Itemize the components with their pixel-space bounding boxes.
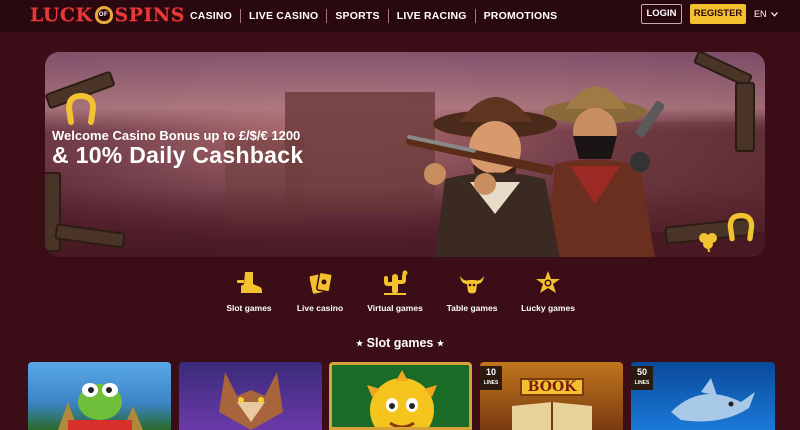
login-button[interactable]: LOGIN bbox=[641, 4, 682, 24]
star-icon: ★ bbox=[356, 339, 364, 349]
wood-plank bbox=[45, 172, 61, 252]
game-tile[interactable]: 50 LINES bbox=[631, 362, 775, 430]
star-icon: ★ bbox=[436, 339, 444, 349]
game-tile[interactable] bbox=[179, 362, 322, 430]
cactus-icon bbox=[384, 270, 408, 295]
logo-text-luck: LUCK bbox=[30, 4, 93, 26]
language-label: EN bbox=[754, 9, 767, 19]
section-title-slot-games: ★ Slot games ★ bbox=[0, 336, 800, 350]
nav-sports[interactable]: SPORTS bbox=[327, 9, 389, 23]
chevron-down-icon bbox=[770, 11, 778, 17]
clover-icon bbox=[699, 233, 717, 252]
frog-game-art bbox=[58, 383, 143, 430]
site-header: LUCK OF SPINS CASINO LIVE CASINO SPORTS … bbox=[0, 0, 800, 32]
book-game-art bbox=[512, 402, 592, 430]
category-lucky-games[interactable]: Lucky games bbox=[520, 270, 576, 320]
nav-live-casino[interactable]: LIVE CASINO bbox=[241, 9, 328, 23]
category-label: Table games bbox=[446, 303, 498, 313]
lines-badge: 10 LINES bbox=[480, 366, 502, 390]
book-game-title: BOOK bbox=[520, 378, 584, 396]
section-title-text: Slot games bbox=[366, 336, 434, 350]
horseshoe-logo-icon: OF bbox=[94, 6, 113, 24]
horseshoe-icon bbox=[65, 92, 97, 125]
game-tile[interactable] bbox=[28, 362, 171, 430]
bull-skull-icon bbox=[460, 276, 484, 294]
game-tile[interactable] bbox=[329, 362, 472, 430]
lines-badge: 50 LINES bbox=[631, 366, 653, 390]
main-nav: CASINO LIVE CASINO SPORTS LIVE RACING PR… bbox=[182, 0, 565, 32]
game-tile[interactable]: 10 LINES BOOK bbox=[480, 362, 623, 430]
nav-casino[interactable]: CASINO bbox=[182, 9, 242, 23]
nav-promotions[interactable]: PROMOTIONS bbox=[476, 9, 566, 23]
banner-title: & 10% Daily Cashback bbox=[52, 142, 304, 168]
category-slot-games[interactable]: Slot games bbox=[218, 270, 280, 320]
category-label: Live casino bbox=[296, 303, 344, 313]
site-logo[interactable]: LUCK OF SPINS bbox=[30, 3, 185, 27]
category-label: Virtual games bbox=[367, 303, 423, 313]
category-table-games[interactable]: Table games bbox=[444, 270, 500, 320]
register-button[interactable]: REGISTER bbox=[690, 4, 746, 24]
promo-banner[interactable]: Welcome Casino Bonus up to £/$/€ 1200 & … bbox=[0, 32, 800, 262]
horseshoe-icon bbox=[727, 212, 755, 242]
sun-game-art bbox=[367, 370, 437, 427]
category-label: Slot games bbox=[226, 303, 272, 313]
category-label: Lucky games bbox=[521, 303, 575, 313]
wolf-game-art bbox=[219, 372, 283, 430]
game-categories: Slot games Live casino Virtual games Tab… bbox=[218, 270, 588, 320]
sheriff-star-icon bbox=[536, 271, 560, 293]
boot-icon bbox=[237, 272, 262, 293]
wood-plank bbox=[735, 82, 755, 152]
category-virtual-games[interactable]: Virtual games bbox=[364, 270, 426, 320]
cards-icon bbox=[309, 271, 333, 294]
cowboys-illustration bbox=[406, 86, 665, 257]
logo-text-spins: SPINS bbox=[114, 4, 186, 26]
banner-subtitle: Welcome Casino Bonus up to £/$/€ 1200 bbox=[52, 128, 301, 143]
category-live-casino[interactable]: Live casino bbox=[290, 270, 350, 320]
language-selector[interactable]: EN bbox=[754, 9, 778, 19]
nav-live-racing[interactable]: LIVE RACING bbox=[389, 9, 476, 23]
